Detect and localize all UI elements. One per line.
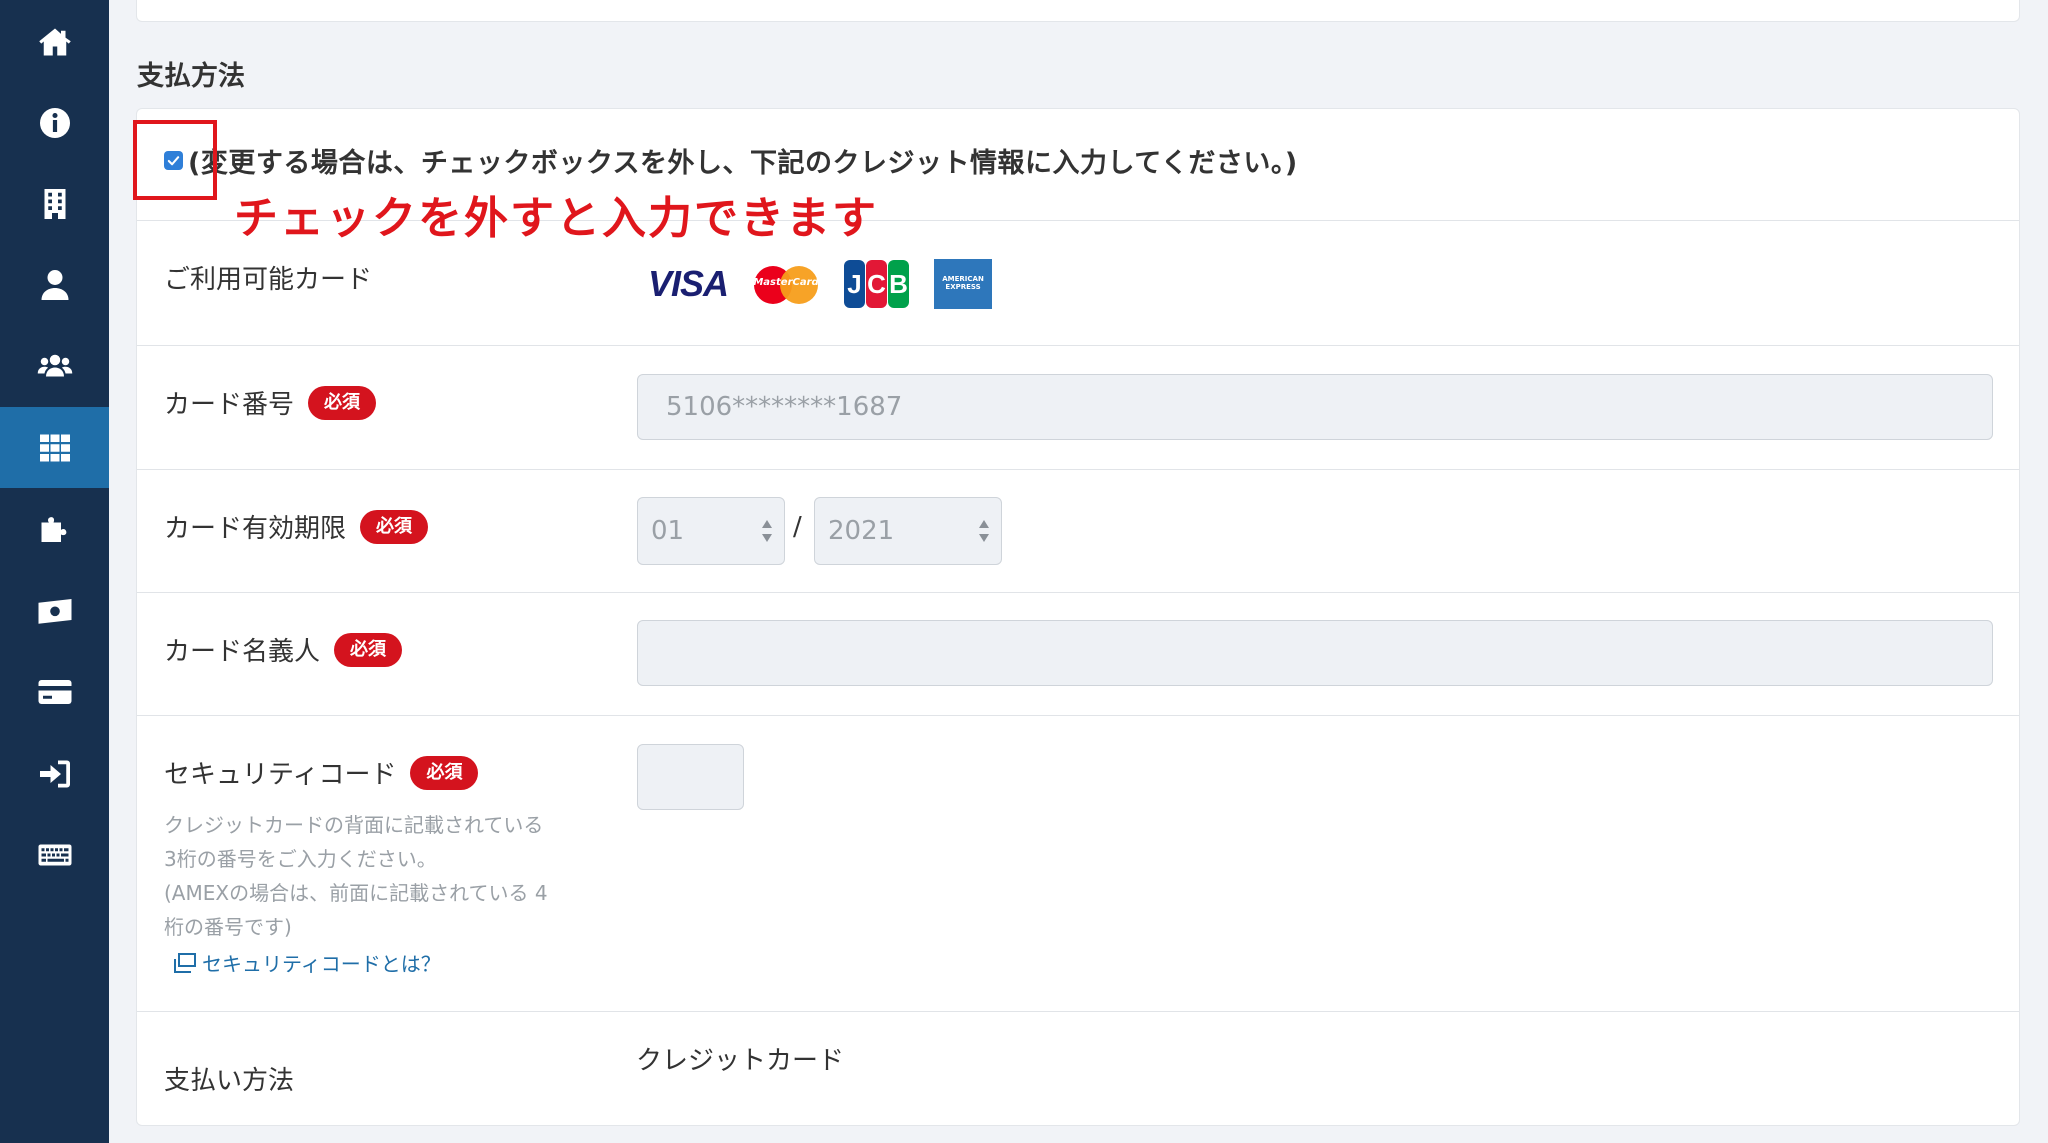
nav-sign-in[interactable]	[0, 733, 109, 814]
nav-credit-card[interactable]	[0, 651, 109, 732]
required-badge: 必須	[360, 509, 429, 544]
sign-in-icon	[39, 760, 70, 787]
annotation-text: チェックを外すと入力できます	[234, 193, 878, 244]
puzzle-icon	[41, 516, 66, 542]
mastercard-logo: MasterCard	[752, 262, 820, 306]
nav-users[interactable]	[0, 325, 109, 406]
card-brands: VISA MasterCard JCB AMERICAN EXPRESS	[648, 259, 993, 309]
nav-puzzle[interactable]	[0, 489, 109, 570]
payment-method-label: 支払い方法	[164, 1066, 295, 1096]
expiry-year-select[interactable]: 2021	[814, 497, 1002, 565]
expiry-separator: /	[793, 512, 802, 542]
info-icon	[39, 107, 70, 138]
users-icon	[37, 354, 72, 376]
change-checkbox-label: (変更する場合は、チェックボックスを外し、下記のクレジット情報に入力してください…	[188, 148, 1298, 179]
nav-money[interactable]	[0, 570, 109, 651]
card-number-input[interactable]: 5106********1687	[637, 374, 1993, 440]
grid-icon	[39, 434, 70, 461]
annotation-highlight-box	[133, 120, 217, 200]
security-code-help: クレジットカードの背面に記載されている 3桁の番号をご入力ください。 (AMEX…	[164, 813, 548, 939]
amex-logo: AMERICAN EXPRESS	[934, 259, 993, 309]
required-badge: 必須	[308, 385, 377, 420]
security-code-label: セキュリティコード 必須	[164, 754, 479, 791]
payment-form-card: (変更する場合は、チェックボックスを外し、下記のクレジット情報に入力してください…	[136, 108, 2020, 1126]
card-holder-row: カード名義人 必須	[137, 593, 2019, 716]
security-code-link[interactable]: セキュリティコードとは？	[170, 948, 441, 977]
home-icon	[38, 28, 71, 55]
user-icon	[41, 269, 68, 300]
section-title: 支払方法	[137, 61, 245, 92]
select-arrows-icon	[762, 520, 772, 542]
required-badge: 必須	[410, 755, 479, 790]
nav-info[interactable]	[0, 82, 109, 163]
previous-section-card	[136, 0, 2020, 22]
money-icon	[38, 598, 71, 624]
building-icon	[44, 188, 65, 219]
select-arrows-icon	[979, 520, 989, 542]
nav-building[interactable]	[0, 163, 109, 244]
expiry-month-select[interactable]: 01	[637, 497, 785, 565]
nav-home[interactable]	[0, 1, 109, 82]
security-code-row: セキュリティコード 必須 クレジットカードの背面に記載されている 3桁の番号をご…	[137, 716, 2019, 1012]
card-expiry-label: カード有効期限 必須	[164, 508, 429, 545]
payment-method-value: クレジットカード	[636, 1046, 845, 1076]
required-badge: 必須	[334, 632, 403, 667]
nav-grid[interactable]	[0, 407, 109, 488]
jcb-logo: JCB	[844, 260, 910, 308]
card-number-row: カード番号 必須 5106********1687	[137, 346, 2019, 470]
external-window-icon	[174, 952, 196, 973]
sidebar	[0, 0, 109, 1143]
available-cards-label: ご利用可能カード	[164, 265, 373, 295]
card-number-label: カード番号 必須	[164, 384, 377, 421]
card-expiry-row: カード有効期限 必須 01 / 2021	[137, 470, 2019, 593]
keyboard-icon	[38, 844, 71, 865]
visa-logo: VISA	[648, 263, 729, 304]
payment-method-row: 支払い方法 クレジットカード	[137, 1012, 2019, 1127]
nav-user[interactable]	[0, 244, 109, 325]
nav-keyboard[interactable]	[0, 814, 109, 895]
card-holder-label: カード名義人 必須	[164, 631, 403, 668]
card-holder-input[interactable]	[637, 620, 1993, 686]
security-code-input[interactable]	[637, 744, 744, 810]
credit-card-icon	[38, 679, 71, 704]
